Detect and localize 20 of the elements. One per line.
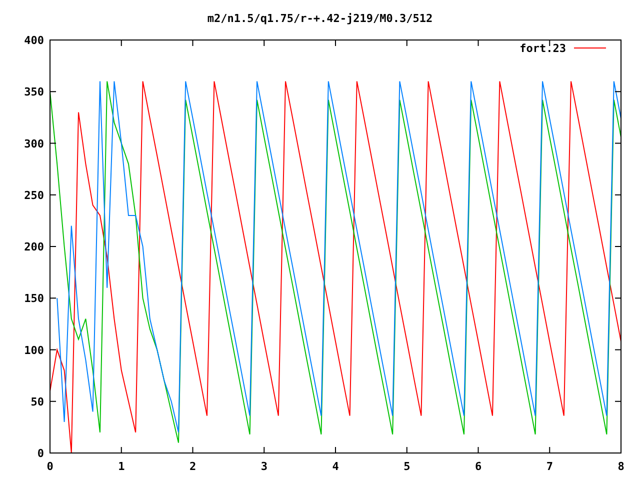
x-tick-label: 6	[474, 460, 482, 473]
x-tick-label: 3	[260, 460, 268, 473]
x-tick-label: 2	[189, 460, 196, 473]
x-tick-label: 7	[546, 460, 553, 473]
y-tick-label: 100	[24, 344, 44, 357]
y-tick-label: 350	[24, 86, 44, 99]
y-tick-label: 400	[24, 34, 44, 47]
x-tick-label: 5	[404, 460, 410, 473]
y-tick-label: 0	[37, 447, 44, 460]
x-tick-label: 0	[46, 460, 54, 473]
chart-title: m2/n1.5/q1.75/r-+.42-j219/M0.3/512	[207, 12, 433, 25]
y-tick-label: 150	[24, 292, 44, 306]
y-tick-label: 250	[24, 188, 44, 202]
legend-label: fort.23	[520, 42, 566, 55]
x-tick-label: 8	[618, 460, 624, 473]
x-tick-label: 1	[118, 460, 125, 473]
y-tick-label: 50	[30, 395, 44, 408]
y-tick-label: 300	[24, 137, 44, 150]
y-tick-label: 200	[24, 240, 44, 254]
x-tick-label: 4	[332, 460, 339, 473]
